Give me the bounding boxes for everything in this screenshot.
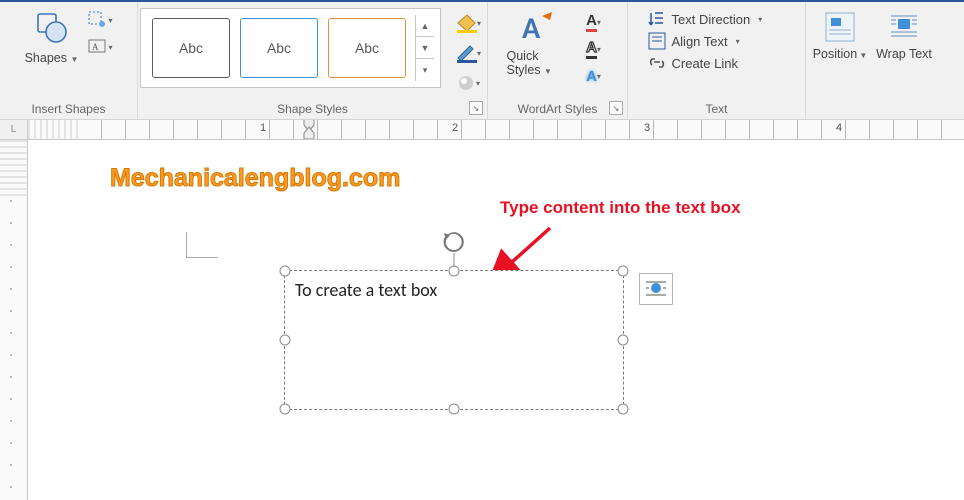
wordart-dialog-launcher[interactable]: ↘ (609, 101, 623, 115)
edit-shape-button[interactable]: ▾ (87, 8, 115, 32)
textbox-content[interactable]: To create a text box (285, 271, 623, 309)
gallery-scroll: ▲ ▼ ▾ (415, 15, 434, 81)
document-area: Mechanicalengblog.com Type content into … (0, 140, 964, 500)
link-icon (648, 54, 666, 72)
resize-handle-e[interactable] (618, 335, 629, 346)
gallery-up-button[interactable]: ▲ (416, 15, 434, 37)
ribbon: Shapes ▼ ▾ A ▾ Insert Shapes (0, 0, 964, 120)
pen-outline-icon (455, 43, 477, 63)
paint-bucket-icon (455, 13, 477, 33)
group-label-wordart: WordArt Styles (518, 99, 598, 119)
ruler-mark-2: 2 (452, 122, 458, 134)
layout-options-button[interactable] (639, 273, 673, 305)
resize-handle-ne[interactable] (618, 266, 629, 277)
shape-effects-icon (456, 73, 476, 93)
wrap-text-label: Wrap Text (876, 47, 932, 61)
text-effects-button[interactable]: A▾ (579, 64, 609, 88)
position-label: Position (813, 47, 857, 61)
ruler-mark-4: 4 (836, 122, 842, 134)
resize-handle-w[interactable] (280, 335, 291, 346)
group-wordart-styles: A Quick Styles ▼ A▾ A▾ A▾ WordArt Styles… (488, 2, 628, 119)
quick-styles-label: Quick Styles (507, 49, 541, 77)
resize-handle-sw[interactable] (280, 404, 291, 415)
align-text-icon (648, 32, 666, 50)
position-icon (823, 10, 857, 44)
resize-handle-se[interactable] (618, 404, 629, 415)
vertical-ruler[interactable] (0, 140, 28, 500)
wrap-text-button[interactable]: Wrap Text (876, 6, 932, 61)
shapes-label: Shapes (25, 51, 67, 65)
group-insert-shapes: Shapes ▼ ▾ A ▾ Insert Shapes (0, 2, 138, 119)
group-label-arrange (869, 99, 872, 119)
group-label-text: Text (705, 99, 727, 119)
page-canvas[interactable]: Mechanicalengblog.com Type content into … (28, 140, 964, 500)
textbox-small-icon: A (88, 39, 108, 55)
shape-outline-button[interactable]: ▾ (451, 40, 485, 66)
horizontal-ruler[interactable]: 1 2 3 4 (28, 120, 964, 140)
group-shape-styles: Abc Abc Abc ▲ ▼ ▾ ▾ (138, 2, 488, 119)
shape-style-swatch-3[interactable]: Abc (328, 18, 406, 78)
draw-textbox-button[interactable]: A ▾ (87, 35, 115, 59)
group-text: Text Direction▾ Align Text▾ Create Link (628, 2, 806, 119)
indent-marker-top[interactable] (302, 120, 316, 139)
shape-fill-button[interactable]: ▾ (451, 10, 485, 36)
shape-style-swatch-2[interactable]: Abc (240, 18, 318, 78)
shapes-icon (33, 10, 71, 48)
quick-styles-icon: A (518, 8, 558, 46)
resize-handle-s[interactable] (449, 404, 460, 415)
text-fill-button[interactable]: A▾ (579, 10, 609, 34)
group-label-shape-styles: Shape Styles (277, 99, 348, 119)
group-label-insert-shapes: Insert Shapes (31, 99, 105, 119)
svg-text:A: A (522, 10, 541, 46)
align-text-button[interactable]: Align Text▾ (648, 32, 786, 50)
create-link-button[interactable]: Create Link (648, 54, 786, 72)
create-link-label: Create Link (672, 56, 738, 71)
shape-styles-dialog-launcher[interactable]: ↘ (469, 101, 483, 115)
quick-styles-button[interactable]: A Quick Styles ▼ (507, 6, 569, 77)
shapes-button[interactable]: Shapes ▼ (23, 6, 81, 65)
position-button[interactable]: Position ▼ (810, 6, 870, 61)
layout-options-icon (644, 278, 668, 300)
ruler-corner[interactable]: L (0, 120, 28, 140)
resize-handle-n[interactable] (449, 266, 460, 277)
watermark-text: Mechanicalengblog.com (110, 164, 400, 193)
gallery-more-button[interactable]: ▾ (416, 59, 434, 81)
ruler-area: L 1 2 3 4 (0, 120, 964, 140)
gallery-down-button[interactable]: ▼ (416, 37, 434, 59)
annotation-text: Type content into the text box (500, 198, 741, 218)
shape-style-swatch-1[interactable]: Abc (152, 18, 230, 78)
align-text-label: Align Text (672, 34, 728, 49)
rotate-handle[interactable] (441, 229, 467, 255)
resize-handle-nw[interactable] (280, 266, 291, 277)
group-arrange: Position ▼ Wrap Text (806, 2, 936, 119)
text-direction-label: Text Direction (672, 12, 751, 27)
text-outline-button[interactable]: A▾ (579, 37, 609, 61)
shape-style-gallery[interactable]: Abc Abc Abc ▲ ▼ ▾ (140, 8, 441, 88)
wrap-text-icon (887, 10, 921, 44)
ruler-mark-1: 1 (260, 122, 266, 134)
ruler-mark-3: 3 (644, 122, 650, 134)
edit-shape-icon (88, 11, 108, 29)
paragraph-mark (186, 232, 218, 258)
text-direction-button[interactable]: Text Direction▾ (648, 10, 786, 28)
svg-text:A: A (92, 42, 99, 52)
textbox-selected[interactable]: To create a text box (284, 270, 624, 410)
shape-effects-button[interactable]: ▾ (451, 70, 485, 96)
text-direction-icon (648, 10, 666, 28)
